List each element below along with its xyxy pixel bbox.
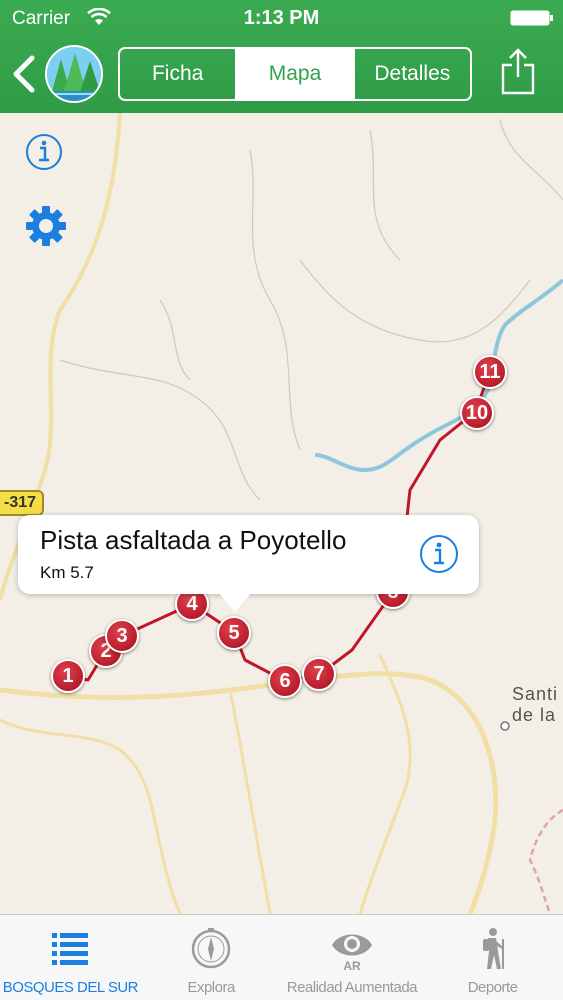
hiker-icon (482, 928, 504, 969)
segment-mapa[interactable]: Mapa (235, 49, 353, 99)
callout-info-icon[interactable] (419, 534, 459, 574)
tab-label: Deporte (467, 979, 518, 996)
route-marker-6[interactable]: 6 (268, 664, 302, 698)
route-marker-1[interactable]: 1 (51, 659, 85, 693)
tab-label: BOSQUES DEL SUR (2, 979, 139, 996)
list-icon (52, 933, 89, 965)
status-time: 1:13 PM (243, 7, 320, 29)
navigation-header: Carrier 1:13 PM Ficha Mapa Detalles (0, 0, 563, 113)
status-bar: Carrier 1:13 PM (0, 0, 563, 36)
callout-title: Pista asfaltada a Poyotello (40, 525, 347, 555)
battery-icon (510, 10, 553, 26)
app-logo (45, 45, 103, 103)
map-info-icon[interactable] (25, 133, 63, 171)
route-marker-5[interactable]: 5 (217, 616, 251, 650)
map-background (0, 113, 563, 914)
forest-logo-icon (47, 47, 101, 101)
tab-explora[interactable]: Explora (141, 915, 282, 1000)
share-icon[interactable] (500, 47, 536, 95)
tab-bosques-del-sur[interactable]: BOSQUES DEL SUR (0, 915, 141, 1000)
svg-text:AR: AR (343, 959, 361, 971)
compass-icon (191, 928, 231, 969)
town-label: Santi de la (512, 684, 559, 725)
tab-label: Realidad Aumentada (286, 979, 418, 996)
segment-ficha[interactable]: Ficha (120, 49, 235, 99)
tab-realidad-aumentada[interactable]: AR Realidad Aumentada (282, 915, 423, 1000)
road-label: -317 (0, 490, 45, 516)
route-map[interactable]: -317 Santi de la 1 2 3 4 5 6 7 8 10 11 (0, 113, 563, 914)
tab-label: Explora (187, 979, 235, 996)
gear-icon[interactable] (25, 205, 67, 247)
route-marker-11[interactable]: 11 (473, 355, 507, 389)
callout-subtitle: Km 5.7 (40, 563, 94, 582)
route-marker-10[interactable]: 10 (460, 396, 494, 430)
tab-bar: BOSQUES DEL SUR Explora AR Realidad Aume… (0, 914, 563, 1000)
callout-pointer (218, 592, 252, 612)
route-marker-3[interactable]: 3 (105, 619, 139, 653)
route-marker-7[interactable]: 7 (302, 657, 336, 691)
tab-deporte[interactable]: Deporte (422, 915, 563, 1000)
back-chevron-icon[interactable] (10, 54, 38, 94)
view-segmented-control: Ficha Mapa Detalles (118, 47, 472, 101)
segment-detalles[interactable]: Detalles (352, 49, 470, 99)
ar-eye-icon: AR (331, 934, 372, 971)
waypoint-callout[interactable]: Pista asfaltada a Poyotello Km 5.7 (18, 515, 479, 594)
